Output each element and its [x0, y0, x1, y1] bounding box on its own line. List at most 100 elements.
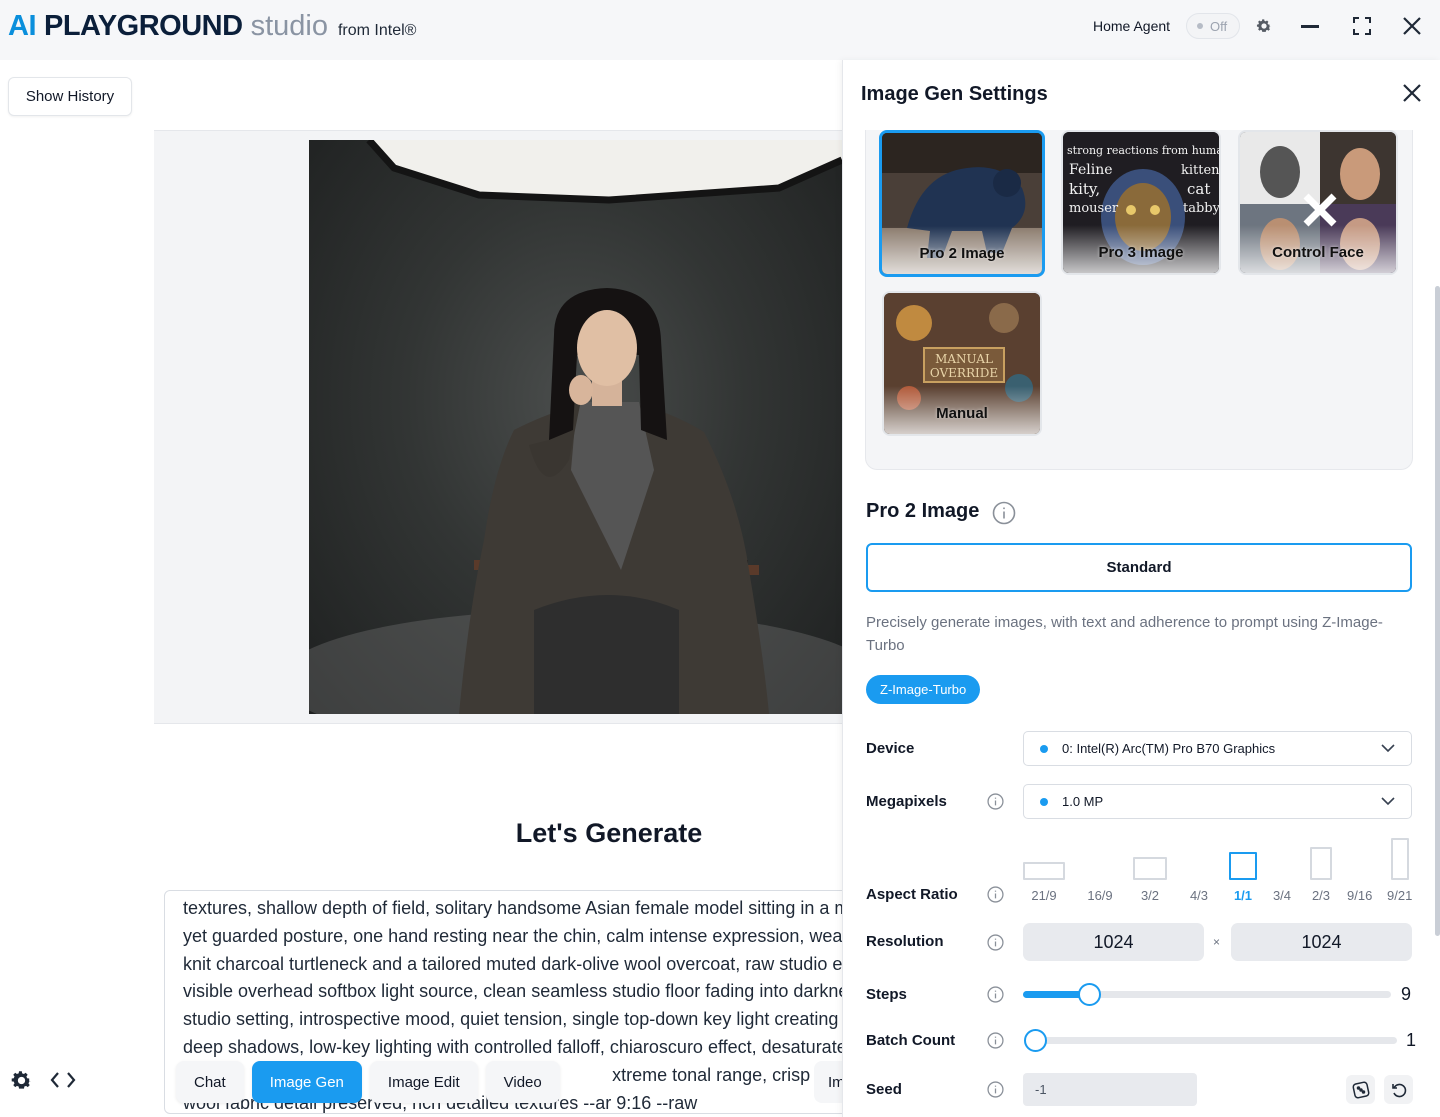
steps-label: Steps	[866, 986, 907, 1003]
model-chip[interactable]: Z-Image-Turbo	[866, 675, 981, 704]
ratio-shape	[1349, 844, 1370, 880]
show-history-button[interactable]: Show History	[8, 77, 132, 116]
ratio-label: 16/9	[1087, 888, 1113, 903]
seed-input[interactable]: -1	[1023, 1073, 1197, 1106]
device-status-dot	[1040, 745, 1048, 753]
batch-count-info-icon[interactable]	[987, 1032, 1004, 1054]
ratio-shape	[1133, 857, 1167, 880]
workflow-info-icon[interactable]	[992, 501, 1016, 530]
resolution-height-input[interactable]: 1024	[1231, 923, 1412, 961]
aspect-ratio-9-21[interactable]: 9/21	[1387, 838, 1412, 903]
workflow-label: Control Face	[1272, 244, 1364, 261]
ratio-shape	[1086, 862, 1114, 880]
tab-video[interactable]: Video	[485, 1061, 560, 1103]
image-gen-settings-panel: Image Gen Settings Pro 2 Image strong re…	[842, 60, 1440, 1117]
steps-slider[interactable]	[1023, 983, 1391, 1006]
ratio-shape	[1390, 838, 1409, 880]
pro3-image-text: Feline	[1069, 162, 1113, 178]
aspect-ratio-3-4[interactable]: 3/4	[1271, 838, 1293, 903]
steps-info-icon[interactable]	[987, 986, 1004, 1008]
aspect-ratio-21-9[interactable]: 21/9	[1023, 838, 1065, 903]
ratio-label: 4/3	[1189, 888, 1209, 903]
logo-ai: AI	[8, 10, 37, 42]
pro3-image-text: mouser	[1069, 201, 1119, 216]
mode-tabs: Chat Image Gen Image Edit Video	[176, 1061, 568, 1103]
lets-generate-heading: Let's Generate	[515, 818, 703, 848]
workflow-label: Pro 3 Image	[1098, 244, 1184, 261]
logo-from-intel: from Intel®	[337, 22, 417, 39]
code-brackets-icon[interactable]	[49, 1069, 77, 1096]
title-bar: AI PLAYGROUND studio from Intel® Home Ag…	[0, 0, 1440, 60]
device-select[interactable]: 0: Intel(R) Arc(TM) Pro B70 Graphics	[1023, 731, 1412, 766]
maximize-icon[interactable]	[1350, 14, 1374, 38]
ratio-label: 9/16	[1347, 888, 1373, 903]
workflow-label: Manual	[936, 405, 988, 422]
settings-panel-title: Image Gen Settings	[861, 83, 1048, 105]
batch-count-label: Batch Count	[866, 1032, 956, 1049]
workflow-card-control-face[interactable]: Control Face	[1238, 130, 1398, 275]
pro3-image-text: tabby.	[1183, 201, 1221, 216]
ratio-label: 3/2	[1140, 888, 1160, 903]
ratio-shape	[1023, 862, 1065, 880]
resolution-info-icon[interactable]	[987, 934, 1004, 956]
workflow-grid: Pro 2 Image strong reactions from humans…	[865, 130, 1413, 470]
batch-count-slider-thumb[interactable]	[1024, 1029, 1047, 1052]
batch-count-value: 1	[1406, 1030, 1417, 1050]
tab-image-edit[interactable]: Image Edit	[369, 1061, 478, 1103]
workflow-card-pro2[interactable]: Pro 2 Image	[879, 130, 1045, 277]
logo-studio: studio	[250, 10, 328, 42]
settings-gear-icon[interactable]	[1252, 14, 1276, 38]
ratio-label: 21/9	[1031, 888, 1057, 903]
chevron-down-icon	[1381, 797, 1395, 806]
tab-overflow[interactable]: Im	[814, 1061, 844, 1103]
batch-count-slider[interactable]	[1024, 1029, 1397, 1052]
tab-chat[interactable]: Chat	[176, 1061, 244, 1103]
workflow-card-pro3[interactable]: strong reactions from humans. Feline kit…	[1061, 130, 1221, 275]
seed-info-icon[interactable]	[987, 1081, 1004, 1103]
minimize-icon[interactable]	[1298, 14, 1322, 38]
steps-slider-thumb[interactable]	[1078, 983, 1101, 1006]
megapixels-value: 1.0 MP	[1062, 794, 1104, 809]
ratio-label: 2/3	[1311, 888, 1331, 903]
device-label: Device	[866, 740, 915, 757]
close-window-icon[interactable]	[1400, 14, 1424, 38]
close-panel-icon[interactable]	[1400, 82, 1424, 106]
reset-seed-icon[interactable]	[1384, 1075, 1413, 1104]
logo-playground: PLAYGROUND	[44, 10, 243, 42]
workflow-description: Precisely generate images, with text and…	[866, 614, 1383, 654]
generated-image[interactable]	[309, 140, 842, 714]
resolution-times: ×	[1213, 935, 1221, 949]
panel-scrollbar[interactable]	[1435, 286, 1440, 936]
tab-image-gen[interactable]: Image Gen	[251, 1061, 362, 1103]
ratio-shape	[1229, 852, 1257, 880]
manual-image-text: OVERRIDE	[930, 366, 998, 380]
variant-standard-button[interactable]: Standard	[866, 543, 1412, 592]
aspect-ratio-4-3[interactable]: 4/3	[1185, 838, 1213, 903]
toggle-state: Off	[1210, 18, 1228, 34]
megapixels-info-icon[interactable]	[987, 793, 1004, 815]
steps-value: 9	[1401, 984, 1412, 1004]
random-seed-dice-icon[interactable]	[1346, 1075, 1375, 1104]
aspect-ratio-16-9[interactable]: 16/9	[1086, 838, 1114, 903]
aspect-ratio-info-icon[interactable]	[987, 886, 1004, 908]
app-settings-gear-icon[interactable]	[9, 1068, 34, 1098]
aspect-ratio-3-2[interactable]: 3/2	[1133, 838, 1167, 903]
aspect-ratio-1-1[interactable]: 1/1	[1229, 838, 1257, 903]
workflow-section-title: Pro 2 Image	[866, 500, 980, 522]
resolution-width-input[interactable]: 1024	[1023, 923, 1204, 961]
megapixels-select[interactable]: 1.0 MP	[1023, 784, 1412, 819]
ratio-label: 1/1	[1233, 888, 1253, 903]
ratio-shape	[1271, 852, 1293, 880]
home-agent-toggle[interactable]: Off	[1186, 13, 1240, 39]
app-logo: AI PLAYGROUND studio from Intel®	[8, 10, 416, 43]
chevron-down-icon	[1381, 744, 1395, 753]
pro3-image-text: strong reactions from humans.	[1067, 144, 1221, 157]
aspect-ratio-9-16[interactable]: 9/16	[1347, 838, 1372, 903]
workflow-card-manual[interactable]: MANUAL OVERRIDE Manual	[882, 291, 1042, 436]
aspect-ratio-2-3[interactable]: 2/3	[1310, 838, 1332, 903]
toggle-dot	[1197, 23, 1203, 29]
device-value: 0: Intel(R) Arc(TM) Pro B70 Graphics	[1062, 741, 1276, 756]
manual-image-text: MANUAL	[935, 352, 993, 366]
megapixels-label: Megapixels	[866, 793, 947, 810]
ratio-shape	[1310, 847, 1332, 880]
